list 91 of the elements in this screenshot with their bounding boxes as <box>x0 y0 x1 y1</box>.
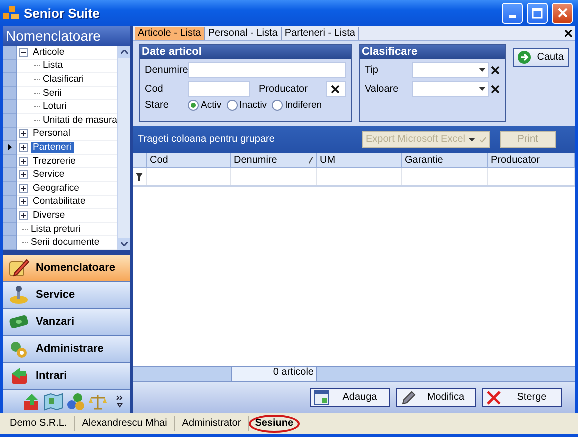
column-header[interactable]: Denumire <box>234 154 278 166</box>
search-button[interactable]: Cauta <box>513 48 569 67</box>
tree-item[interactable]: Articole <box>31 46 67 58</box>
status-field: Demo S.R.L. <box>3 416 76 431</box>
close-button[interactable] <box>552 2 573 24</box>
record-count: 0 articole <box>231 367 317 381</box>
clear-icon[interactable] <box>491 66 500 74</box>
add-form-icon <box>314 390 330 406</box>
tree-item[interactable]: Service <box>31 169 67 180</box>
tab[interactable]: Articole - Lista <box>135 27 206 40</box>
go-arrow-icon <box>518 51 532 64</box>
action-button[interactable]: Modifica <box>396 388 476 407</box>
expand-icon[interactable] <box>19 184 28 193</box>
expand-icon[interactable] <box>19 197 28 206</box>
input-field[interactable] <box>188 62 346 78</box>
expand-icon[interactable] <box>19 170 28 180</box>
collapse-icon[interactable] <box>19 48 28 57</box>
radio-option[interactable]: Indiferen <box>272 100 322 111</box>
panel-title: Date articol <box>140 45 351 59</box>
expand-icon[interactable] <box>19 142 28 152</box>
tree-item[interactable]: Clasificari <box>41 74 86 85</box>
expand-icon[interactable] <box>19 210 28 220</box>
action-button[interactable]: Sterge <box>482 388 562 407</box>
group-hint: Trageti coloana pentru grupare <box>138 134 275 145</box>
panel-title: Clasificare <box>360 45 506 59</box>
scrollbar[interactable] <box>117 46 130 250</box>
nav-button[interactable]: Nomenclatoare <box>3 255 130 282</box>
column-header[interactable]: Garantie <box>405 154 444 166</box>
tab[interactable]: Personal - Lista <box>205 27 282 40</box>
radio-option[interactable]: Activ <box>188 100 222 111</box>
clear-icon[interactable] <box>331 84 340 94</box>
delete-icon <box>486 390 502 406</box>
nav-button[interactable]: Vanzari <box>3 309 130 336</box>
scroll-down-icon[interactable] <box>120 242 128 246</box>
more-icon[interactable] <box>116 394 124 408</box>
tree-item[interactable]: Serii <box>41 88 64 99</box>
tree-item[interactable]: Geografice <box>31 182 82 194</box>
dropdown-arrow-icon[interactable] <box>479 68 486 72</box>
action-button[interactable]: Adauga <box>310 388 390 407</box>
field-label: Cod <box>145 84 164 94</box>
status-field: Sesiune <box>249 414 300 432</box>
radio-option[interactable]: Inactiv <box>226 100 268 111</box>
tree-item[interactable]: Serii documente <box>29 237 102 248</box>
tree-item[interactable]: Loturi <box>41 101 69 112</box>
sidebar-title: Nomenclatoare <box>3 26 130 46</box>
expand-icon[interactable] <box>19 129 28 138</box>
input-field[interactable] <box>188 81 250 97</box>
maximize-button[interactable] <box>527 2 548 24</box>
tree-item[interactable]: Parteneri <box>31 142 74 153</box>
tab[interactable]: Parteneri - Lista <box>282 27 360 40</box>
tree-item[interactable]: Diverse <box>31 210 68 221</box>
field-label: Producator <box>258 84 309 94</box>
column-header[interactable]: Cod <box>150 154 168 166</box>
coins-icon[interactable] <box>66 392 86 410</box>
tree-item[interactable]: Trezorerie <box>31 156 78 167</box>
dropdown-arrow-icon[interactable] <box>479 87 486 91</box>
maximize-icon <box>532 8 543 18</box>
nav-button[interactable]: Administrare <box>3 336 130 363</box>
status-field: Administrator <box>175 416 250 431</box>
pencil-notebook-icon <box>8 258 30 278</box>
field-label: Valoare <box>364 84 400 94</box>
tree-item[interactable]: Lista preturi <box>29 224 83 235</box>
scroll-up-icon[interactable] <box>120 50 128 54</box>
row-pointer-icon <box>8 144 12 151</box>
pen-icon <box>400 390 416 406</box>
expand-icon[interactable] <box>19 156 28 166</box>
input-field[interactable] <box>326 81 346 97</box>
status-field: Alexandrescu Mhai <box>75 416 176 431</box>
dropdown-field[interactable] <box>412 81 490 97</box>
close-icon[interactable] <box>565 30 572 36</box>
field-label: Tip <box>364 64 380 76</box>
nav-button[interactable]: Intrari <box>3 363 130 390</box>
window-title: Senior Suite <box>24 6 100 20</box>
clear-icon[interactable] <box>491 84 500 94</box>
map-icon[interactable] <box>44 392 64 410</box>
column-header[interactable]: Producator <box>491 154 540 166</box>
tree-item[interactable]: Lista <box>41 60 66 72</box>
tree-item[interactable]: Contabilitate <box>31 196 88 208</box>
field-label: Stare <box>145 100 170 111</box>
close-icon <box>558 8 568 18</box>
app-logo-icon <box>2 5 20 21</box>
tree-item[interactable]: Unitati de masura <box>41 114 120 126</box>
tree-item[interactable]: Personal <box>31 128 72 140</box>
minimize-icon <box>509 14 516 18</box>
joystick-icon <box>8 285 30 305</box>
filter-row-icon <box>136 172 143 180</box>
column-header[interactable]: UM <box>320 154 336 166</box>
gears-icon <box>8 339 30 359</box>
dropdown-field[interactable] <box>412 62 490 78</box>
nav-button[interactable]: Service <box>3 282 130 309</box>
minimize-button[interactable] <box>502 2 523 24</box>
